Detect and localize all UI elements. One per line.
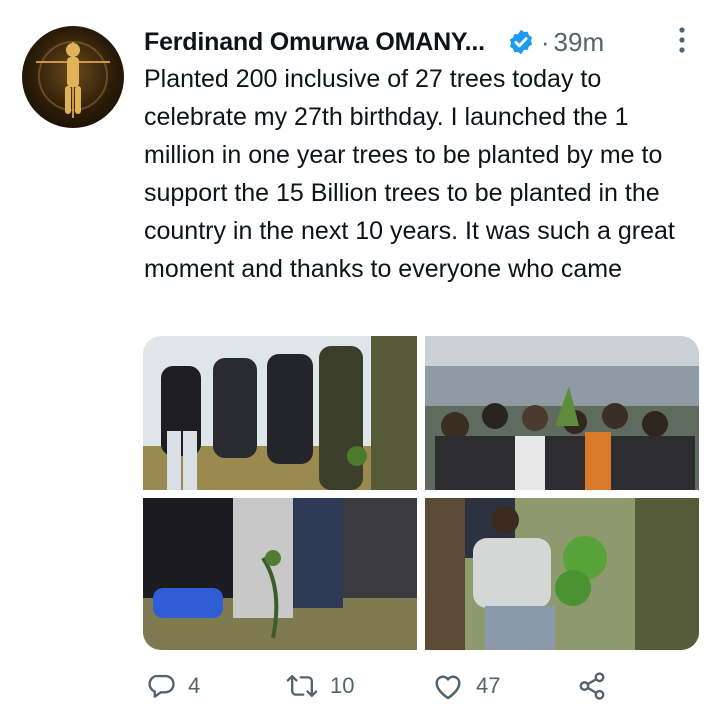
photo-1[interactable]	[143, 336, 417, 490]
media-grid	[143, 336, 699, 650]
more-vertical-icon[interactable]	[677, 24, 687, 56]
reply-icon	[148, 674, 175, 698]
photo-4[interactable]	[425, 498, 699, 650]
like-button[interactable]: 47	[432, 668, 500, 704]
retweet-button[interactable]: 10	[286, 668, 354, 704]
avatar[interactable]	[22, 26, 124, 128]
photo-2[interactable]	[425, 336, 699, 490]
tweet-actions: 4 10 47	[144, 668, 704, 704]
reply-count: 4	[188, 673, 201, 698]
retweet-icon	[286, 674, 318, 698]
tweet-text: Planted 200 inclusive of 27 trees today …	[144, 65, 675, 283]
like-count: 47	[476, 673, 501, 698]
photo-4-image	[425, 498, 699, 650]
author-name[interactable]: Ferdinand Omurwa OMANY...	[144, 28, 485, 57]
retweet-count: 10	[330, 673, 355, 698]
photo-3-image	[143, 498, 417, 650]
photo-3[interactable]	[143, 498, 417, 650]
reply-button[interactable]: 4	[146, 668, 200, 704]
separator-dot: ·	[540, 26, 550, 57]
timestamp[interactable]: 39m	[554, 27, 605, 58]
share-icon	[579, 672, 605, 700]
photo-1-image	[143, 336, 417, 490]
verified-badge-icon	[509, 29, 532, 55]
heart-icon	[435, 675, 461, 700]
tweet-header: Ferdinand Omurwa OMANY... · 39m	[144, 24, 704, 60]
photo-2-image	[425, 336, 699, 490]
share-button[interactable]	[576, 668, 608, 704]
avatar-image	[36, 41, 110, 118]
